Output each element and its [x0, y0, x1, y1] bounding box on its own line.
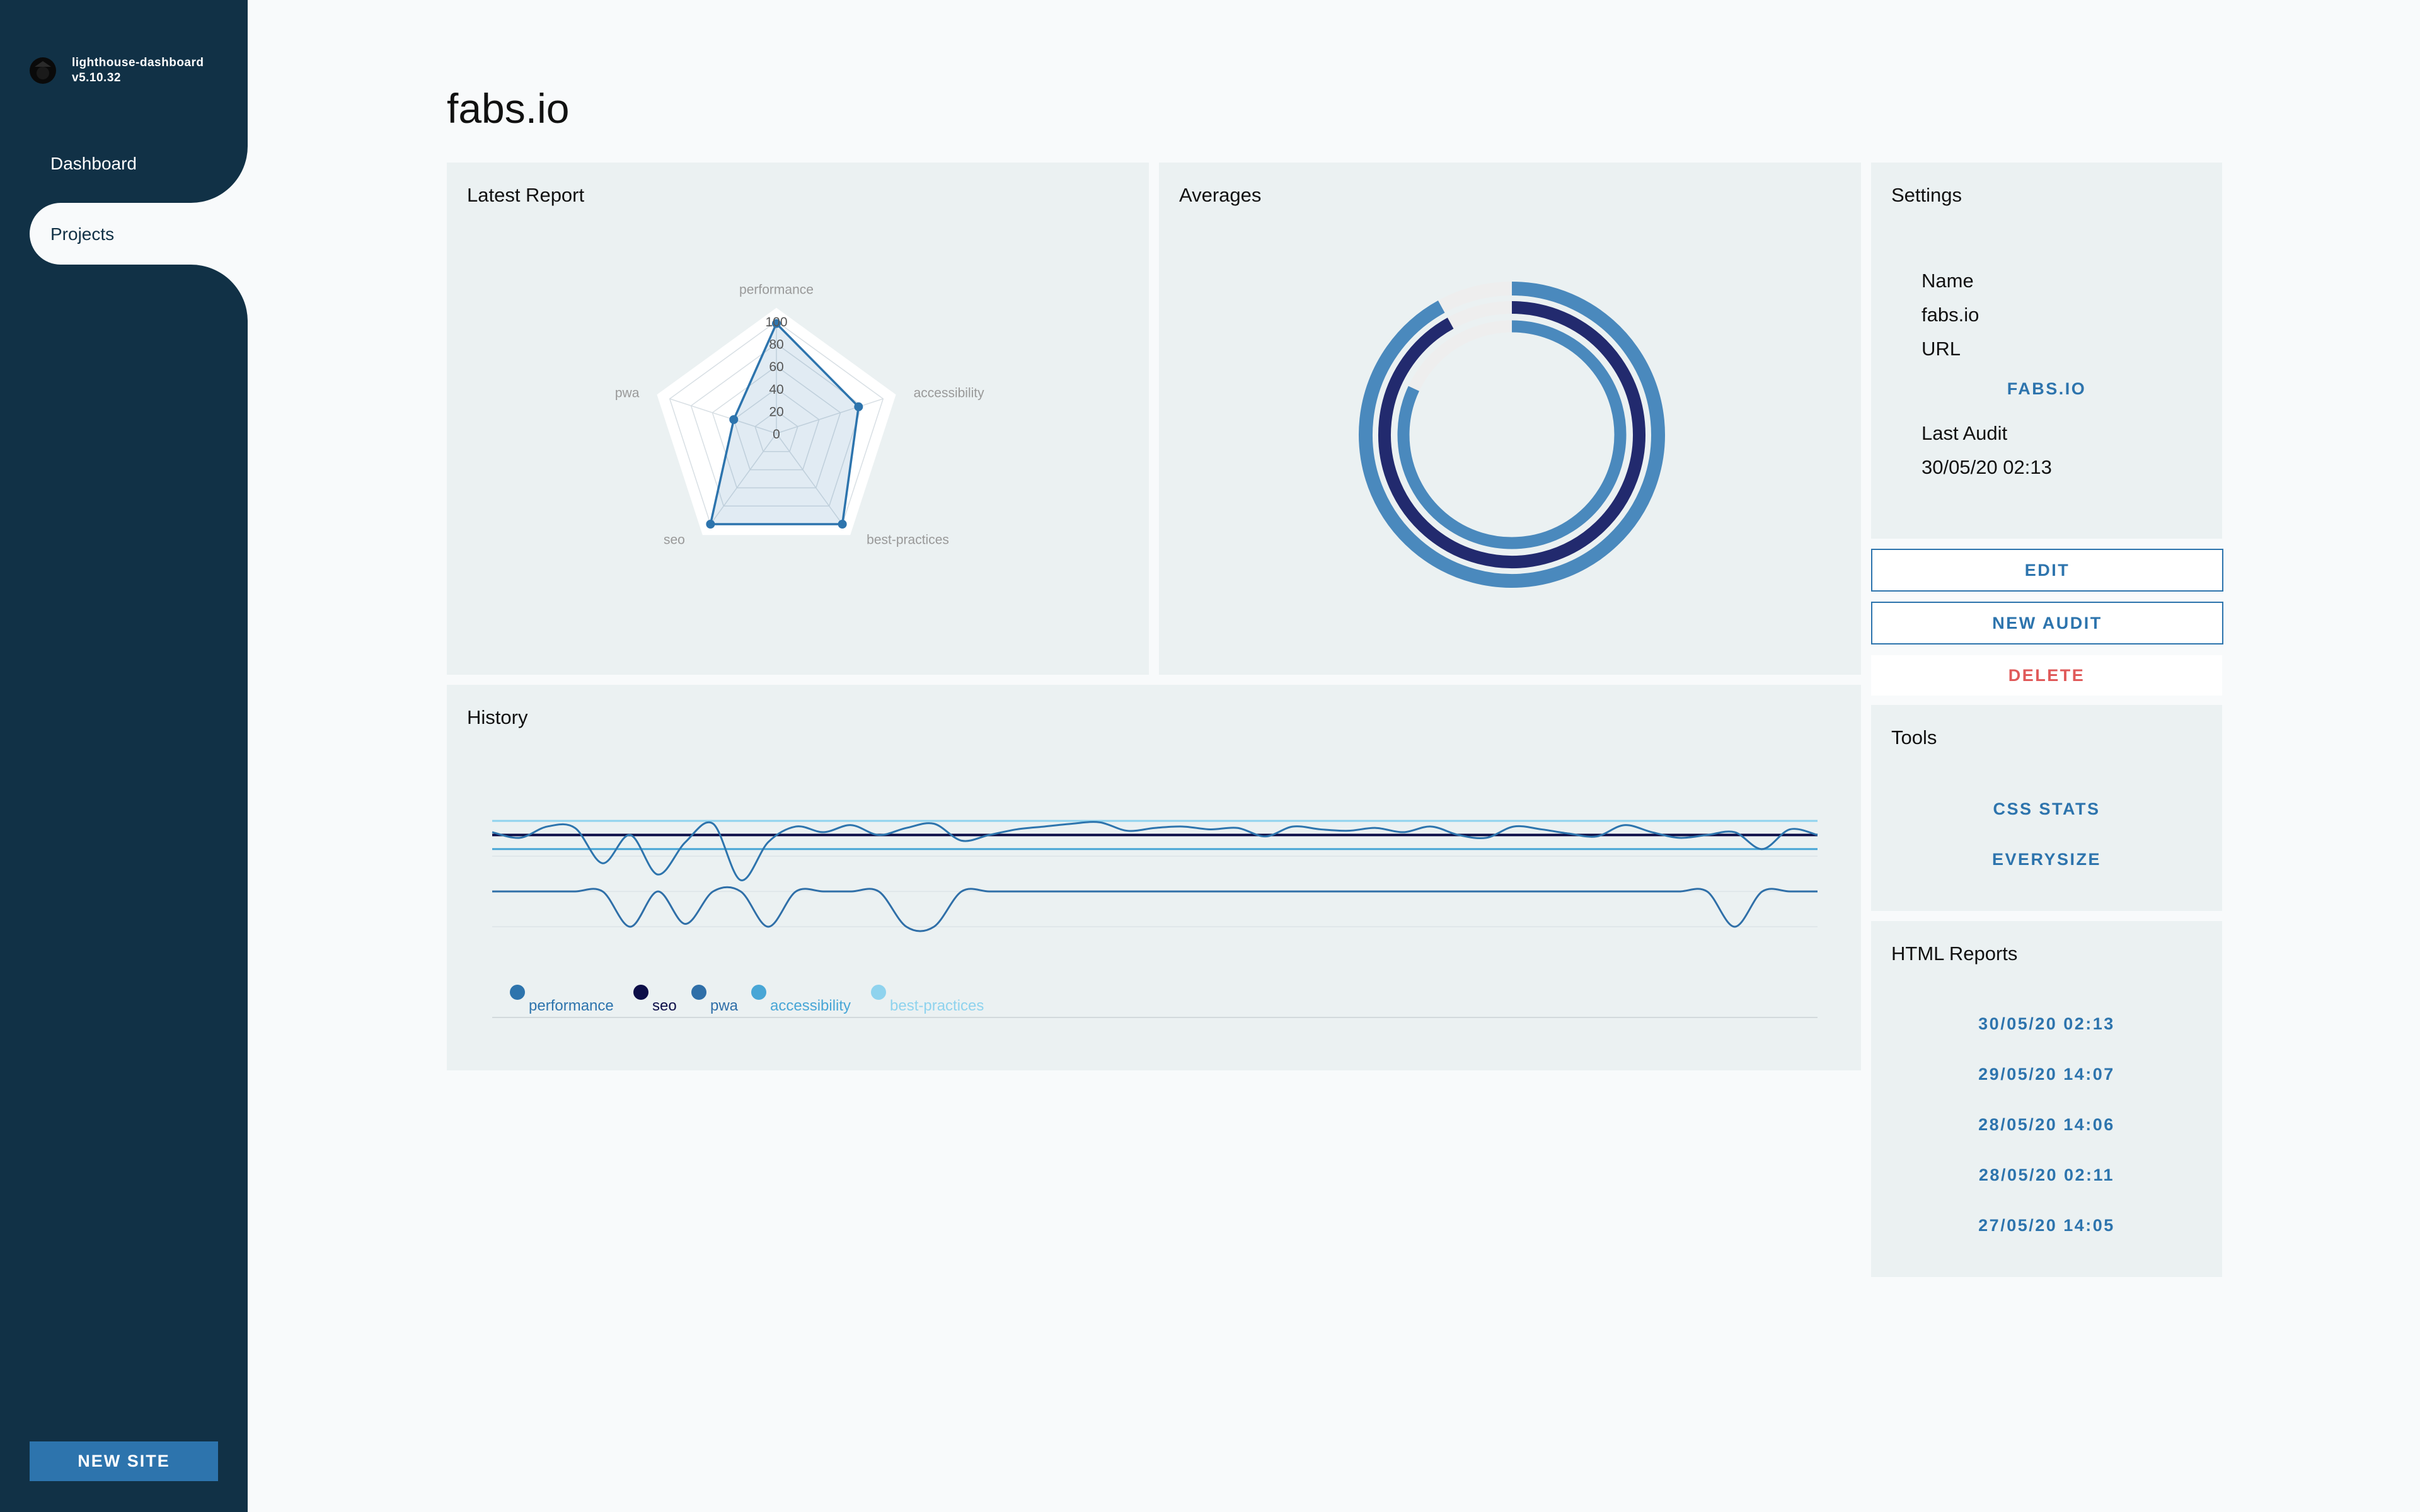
radar-axis-label: accessibility [914, 386, 985, 400]
radar-tick-label: 20 [769, 404, 783, 419]
report-link[interactable]: 30/05/20 02:13 [1871, 1014, 2222, 1034]
radar-axis-label: pwa [615, 386, 640, 400]
sidebar-item-label: Dashboard [50, 154, 137, 173]
radar-point[interactable] [729, 415, 739, 424]
html-reports-card: HTML Reports 30/05/20 02:13 29/05/20 14:… [1871, 921, 2222, 1277]
last-audit-value: 30/05/20 02:13 [1922, 456, 2052, 478]
legend-marker[interactable] [691, 985, 706, 1000]
radar-point[interactable] [706, 520, 715, 529]
radar-axis-label: best-practices [867, 532, 949, 547]
brand: lighthouse-dashboard v5.10.32 [28, 55, 204, 86]
nav-curve-decoration [191, 146, 248, 203]
legend-label[interactable]: best-practices [890, 997, 984, 1014]
last-audit-label: Last Audit [1922, 422, 2008, 444]
sidebar: lighthouse-dashboard v5.10.32 Dashboard … [0, 0, 248, 1512]
app-name: lighthouse-dashboard [72, 56, 204, 69]
new-site-button[interactable]: NEW SITE [30, 1441, 218, 1481]
report-link[interactable]: 28/05/20 02:11 [1871, 1166, 2222, 1185]
report-link[interactable]: 29/05/20 14:07 [1871, 1065, 2222, 1084]
history-line-chart: performance seo pwa accessibility best-pract… [492, 820, 1818, 1018]
radar-point[interactable] [854, 402, 863, 411]
card-title: HTML Reports [1891, 942, 2018, 965]
legend-label[interactable]: seo [652, 997, 677, 1014]
sidebar-item-label: Projects [50, 224, 115, 244]
url-link[interactable]: FABS.IO [1871, 379, 2222, 399]
report-link[interactable]: 28/05/20 14:06 [1871, 1115, 2222, 1135]
delete-button[interactable]: DELETE [1871, 655, 2222, 696]
name-value: fabs.io [1922, 304, 1979, 326]
averages-card: Averages [1159, 163, 1861, 675]
edit-button[interactable]: EDIT [1871, 549, 2223, 592]
legend-label[interactable]: performance [529, 997, 614, 1014]
lighthouse-logo-icon [30, 57, 56, 84]
radar-tick-label: 0 [773, 427, 780, 442]
radial-bar-chart [1359, 282, 1665, 588]
tools-card: Tools CSS STATS EVERYSIZE [1871, 705, 2222, 911]
radar-point[interactable] [838, 520, 847, 529]
new-audit-button[interactable]: NEW AUDIT [1871, 602, 2223, 644]
nav-curve-decoration [191, 265, 248, 321]
legend-label[interactable]: accessibility [770, 997, 851, 1014]
tool-link-everysize[interactable]: EVERYSIZE [1871, 850, 2222, 869]
ring-bar[interactable] [1359, 282, 1665, 588]
latest-report-card: Latest Report 0 20 40 60 80 100 performance acc… [447, 163, 1149, 675]
tool-link-css-stats[interactable]: CSS STATS [1871, 799, 2222, 819]
radar-tick-label: 60 [769, 360, 783, 374]
brand-text: lighthouse-dashboard v5.10.32 [72, 55, 204, 86]
legend-marker[interactable] [633, 985, 648, 1000]
card-title: Settings [1891, 184, 1962, 206]
ring-bar[interactable] [1378, 301, 1645, 568]
radar-axis-label: performance [739, 283, 814, 297]
history-card: History performance seo pwa accessibility be… [447, 685, 1861, 1070]
radar-tick-label: 40 [769, 382, 783, 397]
legend-label[interactable]: pwa [710, 997, 739, 1014]
card-title: Tools [1891, 726, 1937, 748]
history-series-line-pwa [492, 886, 1818, 932]
legend-marker[interactable] [510, 985, 525, 1000]
name-label: Name [1922, 270, 1974, 292]
radar-tick-label: 100 [765, 315, 787, 329]
report-link[interactable]: 27/05/20 14:05 [1871, 1216, 2222, 1235]
page-title: fabs.io [447, 85, 570, 132]
url-label: URL [1922, 338, 1961, 360]
radar-chart: 0 20 40 60 80 100 performance accessibility best… [615, 283, 985, 547]
settings-card: Settings Name fabs.io URL FABS.IO Last A… [1871, 163, 2222, 539]
radar-axis-label: seo [664, 532, 685, 547]
app-version: v5.10.32 [72, 71, 121, 84]
legend-marker[interactable] [871, 985, 886, 1000]
history-series-line-performance [492, 821, 1818, 881]
legend-marker[interactable] [751, 985, 766, 1000]
sidebar-item-projects[interactable]: Projects [30, 203, 248, 265]
radar-tick-label: 80 [769, 338, 783, 352]
